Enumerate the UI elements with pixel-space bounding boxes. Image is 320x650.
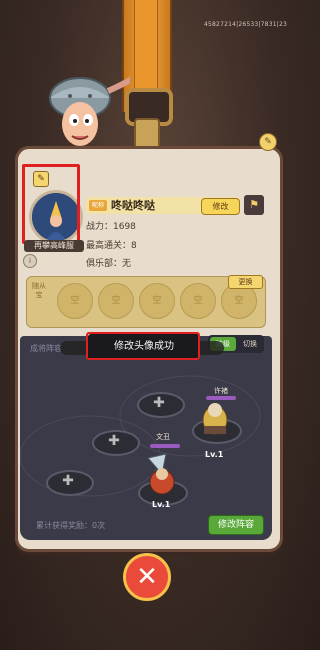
pet-slot[interactable]: 空 xyxy=(139,283,175,319)
share-icon[interactable]: ✎ xyxy=(259,133,277,151)
hero-name: 文丑 xyxy=(156,433,170,441)
close-button[interactable]: ✕ xyxy=(123,553,171,601)
toast-highlight-box xyxy=(86,332,200,360)
plus-icon: ✚ xyxy=(62,473,74,489)
pet-slot[interactable]: 空 xyxy=(98,283,134,319)
flag-icon[interactable]: ⚑ xyxy=(244,195,264,215)
pet-slot[interactable]: 空 xyxy=(180,283,216,319)
power-stat: 战力：1698 xyxy=(86,222,136,232)
pet-slot[interactable]: 空 xyxy=(57,283,93,319)
info-icon[interactable]: i xyxy=(23,254,37,268)
cumulative-rewards-text: 累计获得奖励：0次 xyxy=(36,521,106,530)
club-stat: 俱乐部：无 xyxy=(86,259,132,269)
name-tag-badge: 昵称 xyxy=(89,200,107,211)
highest-level-stat: 最高通关：8 xyxy=(86,241,137,251)
player-name: 咚哒咚哒 xyxy=(111,199,155,212)
lanyard-strap-inner xyxy=(134,0,158,100)
hero-health-bar xyxy=(206,396,236,400)
pet-panel-label: 随从宝 xyxy=(32,282,46,299)
plus-icon: ✚ xyxy=(153,395,165,411)
avatar-highlight-box xyxy=(22,164,80,244)
avatar-caption: 再攀高峰服 xyxy=(24,240,84,252)
hero-level: Lv.1 xyxy=(152,500,171,509)
tab-switch[interactable]: 切换 xyxy=(238,337,262,351)
change-pet-button[interactable]: 更换 xyxy=(228,275,263,289)
plus-icon: ✚ xyxy=(108,433,120,449)
hero-sprite-icon[interactable] xyxy=(142,452,180,496)
account-id-text: 45827214|26533|7831|23 xyxy=(204,21,287,28)
modify-lineup-button[interactable]: 修改阵容 xyxy=(208,515,264,535)
hero-sprite-icon[interactable] xyxy=(198,398,232,438)
modify-name-button[interactable]: 修改 xyxy=(201,198,240,215)
hero-level: Lv.1 xyxy=(205,450,224,459)
lineup-title: 成将阵容 xyxy=(30,344,62,353)
hero-health-bar xyxy=(150,444,180,448)
hero-name: 许褚 xyxy=(214,387,228,395)
